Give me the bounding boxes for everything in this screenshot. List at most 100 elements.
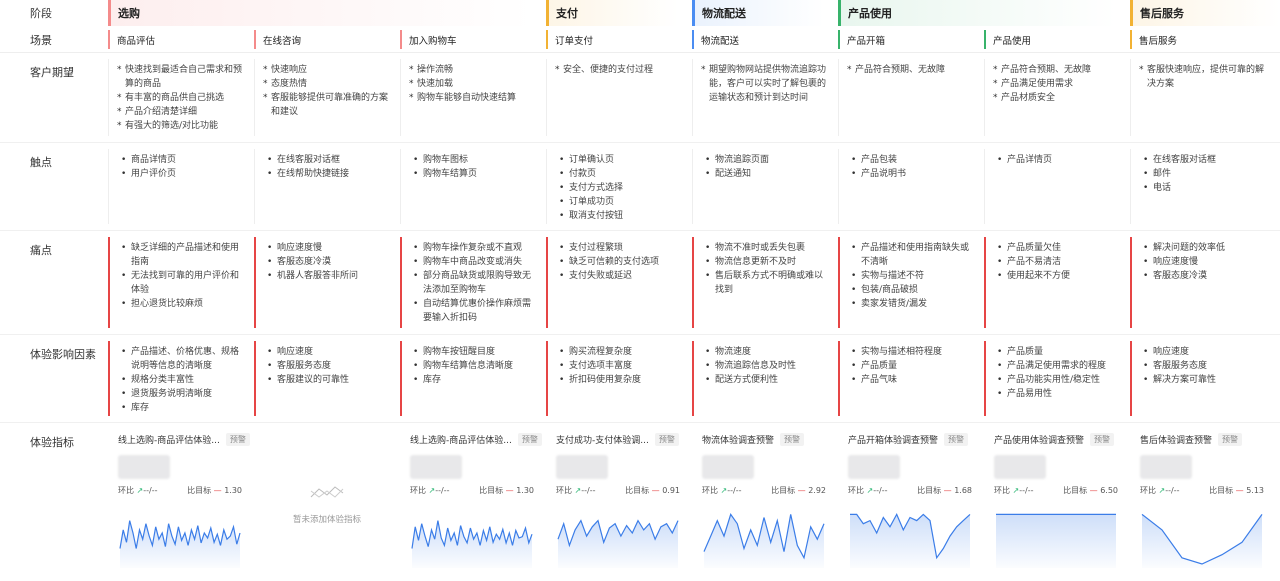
stage-2: 物流配送 — [692, 0, 837, 26]
row-label-stage: 阶段 — [30, 7, 52, 20]
cell-divider — [838, 237, 840, 328]
metric-card-3[interactable]: 支付成功-支付体验调... 预警 环比 ↗--/-- 比目标 — 0.91 — [546, 423, 692, 568]
list-item: 产品质量欠佳 — [993, 241, 1122, 255]
list-item: 产品功能实用性/稳定性 — [993, 373, 1122, 387]
list-item: 购物车操作复杂或不直观 — [409, 241, 538, 255]
touchpoints-list: 在线客服对话框在线帮助快捷链接 — [263, 153, 392, 181]
scene-7: 售后服务 — [1130, 26, 1280, 53]
target-label: 比目标 — [1063, 486, 1088, 495]
cell-divider — [400, 149, 401, 224]
cell-divider — [838, 149, 839, 224]
list-item: 支付失败或延迟 — [555, 269, 684, 283]
metric-title-text: 产品使用体验调查预警 — [994, 436, 1085, 446]
trend-up-icon: ↗ — [134, 486, 144, 495]
touchpoint-row: 触点 商品详情页用户评价页在线客服对话框在线帮助快捷链接购物车图标购物车结算页订… — [0, 143, 1280, 231]
factors-cell-0: 产品描述、价格优惠、规格说明等信息的清晰度规格分类丰富性退货服务说明清晰度库存 — [108, 335, 254, 422]
list-item: 用户评价页 — [117, 167, 246, 181]
stage-arrow — [532, 0, 545, 26]
row-label-scene: 场景 — [30, 33, 52, 47]
cell-divider — [984, 237, 986, 328]
cell-divider — [984, 341, 986, 416]
scene-label: 售后服务 — [1139, 35, 1178, 47]
target-compare: 比目标 — 1.30 — [187, 485, 242, 496]
blurred-value — [702, 455, 754, 479]
trend-up-icon: ↗ — [864, 486, 874, 495]
list-item: 产品材质安全 — [993, 91, 1122, 105]
list-item: 解决问题的效率低 — [1139, 241, 1272, 255]
ring-value: --/-- — [873, 486, 888, 495]
touchpoints-cell-7: 在线客服对话框邮件电话 — [1130, 143, 1280, 230]
metric-line-chart — [119, 520, 241, 568]
metric-card-2[interactable]: 线上选购-商品评估体验... 预警 环比 ↗--/-- 比目标 — 1.30 — [400, 423, 546, 568]
warning-tag: 预警 — [517, 433, 542, 446]
ring-label: 环比 — [410, 486, 426, 495]
warning-tag: 预警 — [1090, 433, 1115, 446]
list-item: 产品满足使用需求的程度 — [993, 359, 1122, 373]
cell-divider — [108, 59, 109, 136]
expectations-cell-6: 产品符合预期、无故障产品满足使用需求产品材质安全 — [984, 53, 1130, 142]
cell-divider — [546, 59, 547, 136]
metric-card-7[interactable]: 售后体验调查预警 预警 环比 ↗--/-- 比目标 — 5.13 — [1130, 423, 1280, 568]
target-compare: 比目标 — 2.92 — [771, 485, 826, 496]
target-value: 1.30 — [516, 486, 534, 495]
metric-card-5[interactable]: 产品开箱体验调查预警 预警 环比 ↗--/-- 比目标 — 1.68 — [838, 423, 984, 568]
row-label-pain: 痛点 — [30, 244, 52, 257]
list-item: 有强大的筛选/对比功能 — [117, 119, 246, 133]
list-item: 响应速度 — [263, 345, 392, 359]
stage-1: 支付 — [546, 0, 691, 26]
metric-title-text: 物流体验调查预警 — [702, 436, 775, 446]
factors-list: 响应速度客服服务态度解决方案可靠性 — [1139, 345, 1272, 387]
list-item: 电话 — [1139, 181, 1272, 195]
metric-card-6[interactable]: 产品使用体验调查预警 预警环比 ↗--/-- 比目标 — 6.50 — [984, 423, 1130, 568]
list-item: 期望购物网站提供物流追踪功能，客户可以实时了解包裹的运输状态和预计到达时间 — [701, 63, 830, 105]
scene-bar — [692, 30, 694, 49]
list-item: 缺乏可信赖的支付选项 — [555, 255, 684, 269]
metric-line-chart — [996, 513, 1116, 568]
metric-card-4[interactable]: 物流体验调查预警 预警 环比 ↗--/-- 比目标 — 2.92 — [692, 423, 838, 568]
list-item: 快速加载 — [409, 77, 538, 91]
empty-chart-icon — [310, 486, 344, 498]
cell-divider — [692, 237, 694, 328]
list-item: 产品包装 — [847, 153, 976, 167]
touchpoints-list: 商品详情页用户评价页 — [117, 153, 246, 181]
trend-up-icon: ↗ — [718, 486, 728, 495]
scene-row: 场景 商品评估 在线咨询 加入购物车 订单支付 物流配送 产品开箱 产品使用 售后服务 — [0, 26, 1280, 53]
dash-icon: — — [1087, 486, 1101, 495]
list-item: 配送通知 — [701, 167, 830, 181]
stage-label: 产品使用 — [848, 7, 892, 20]
pains-list: 物流不准时或丢失包裹物流信息更新不及时售后联系方式不明确或难以找到 — [701, 241, 830, 297]
touchpoints-list: 产品详情页 — [993, 153, 1122, 167]
list-item: 产品易用性 — [993, 387, 1122, 401]
metric-compare: 环比 ↗--/-- 比目标 — 6.50 — [994, 485, 1118, 496]
list-item: 响应速度 — [1139, 345, 1272, 359]
ring-label: 环比 — [556, 486, 572, 495]
factors-cell-7: 响应速度客服服务态度解决方案可靠性 — [1130, 335, 1280, 422]
metric-title-text: 线上选购-商品评估体验... — [118, 436, 220, 446]
scene-3: 订单支付 — [546, 26, 692, 53]
list-item: 物流追踪信息及时性 — [701, 359, 830, 373]
list-item: 支付过程繁琐 — [555, 241, 684, 255]
factors-cell-4: 物流速度物流追踪信息及时性配送方式便利性 — [692, 335, 838, 422]
stage-arrow — [824, 0, 837, 26]
metric-title: 线上选购-商品评估体验... 预警 — [410, 433, 542, 446]
metric-card-0[interactable]: 线上选购-商品评估体验... 预警 环比 ↗--/-- 比目标 — 1.30 — [108, 423, 254, 568]
dash-icon: — — [649, 486, 663, 495]
list-item: 产品符合预期、无故障 — [847, 63, 976, 77]
list-item: 物流信息更新不及时 — [701, 255, 830, 269]
stage-arrow — [678, 0, 691, 26]
stage-row: 阶段 选购 支付 物流配送 产品使用 售后服务 — [0, 0, 1280, 26]
factors-list: 购买流程复杂度支付选项丰富度折扣码使用复杂度 — [555, 345, 684, 387]
pain-row: 痛点 缺乏详细的产品描述和使用指南无法找到可靠的用户评价和体验担心退货比较麻烦响… — [0, 231, 1280, 335]
target-label: 比目标 — [479, 486, 504, 495]
metric-compare: 环比 ↗--/-- 比目标 — 0.91 — [556, 485, 680, 496]
target-compare: 比目标 — 1.68 — [917, 485, 972, 496]
list-item: 实物与描述相符程度 — [847, 345, 976, 359]
list-item: 有丰富的商品供自己挑选 — [117, 91, 246, 105]
list-item: 产品气味 — [847, 373, 976, 387]
scene-bar — [546, 30, 548, 49]
ring-compare: 环比 ↗--/-- — [556, 485, 596, 496]
scene-bar — [254, 30, 256, 49]
target-label: 比目标 — [771, 486, 796, 495]
expectations-list: 操作流畅快速加载购物车能够自动快速结算 — [409, 63, 538, 105]
blurred-value — [556, 455, 608, 479]
